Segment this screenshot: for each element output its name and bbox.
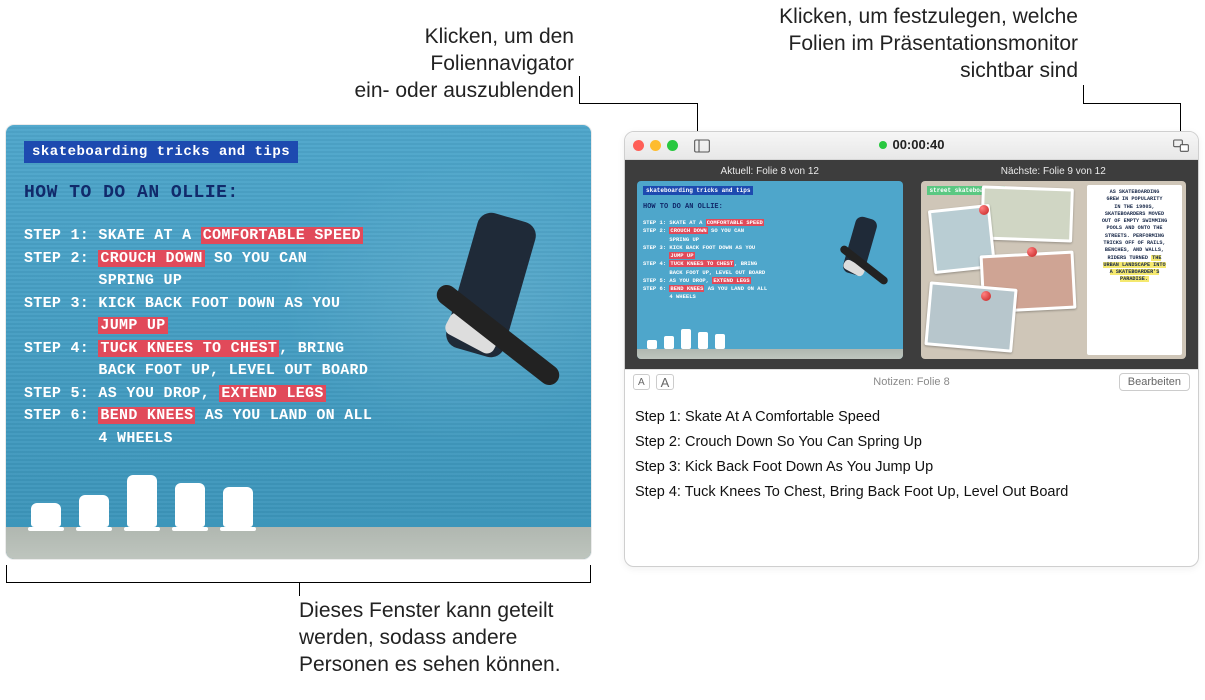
current-slide-thumb[interactable]: skateboarding tricks and tips HOW TO DO …: [637, 181, 903, 359]
mini-steps: STEP 1: SKATE AT A COMFORTABLE SPEEDSTEP…: [643, 219, 831, 302]
presenter-stage: Aktuell: Folie 8 von 12 skateboarding tr…: [625, 160, 1198, 369]
font-smaller-button[interactable]: A: [633, 374, 650, 390]
leader-line: [1180, 103, 1181, 133]
toggle-navigator-button[interactable]: [691, 137, 713, 155]
next-slide-text-card: AS SKATEBOARDINGGREW IN POPULARITYIN THE…: [1087, 185, 1182, 355]
mini-heading: HOW TO DO AN OLLIE:: [643, 203, 723, 211]
slide-heading: HOW TO DO AN OLLIE:: [24, 183, 239, 203]
callout-visible-slides: Klicken, um festzulegen, welcheFolien im…: [752, 4, 1078, 85]
sidebar-icon: [694, 139, 710, 153]
note-line: Step 2: Crouch Down So You Can Spring Up: [635, 434, 1188, 450]
timer-value: 00:00:40: [892, 137, 944, 152]
minimize-icon[interactable]: [650, 140, 661, 151]
presenter-toolbar: 00:00:40: [625, 132, 1198, 160]
next-slide-label: Nächste: Folie 9 von 12: [921, 166, 1187, 177]
current-slide-label: Aktuell: Folie 8 von 12: [637, 166, 903, 177]
recording-indicator-icon: [878, 141, 886, 149]
leader-line: [579, 103, 698, 104]
share-window-bracket: [6, 565, 591, 583]
note-line: Step 4: Tuck Knees To Chest, Bring Back …: [635, 484, 1188, 500]
slide-steps: STEP 1: SKATE AT A COMFORTABLE SPEEDSTEP…: [24, 225, 404, 450]
presenter-display-window: 00:00:40 Aktuell: Folie 8 von 12 skatebo…: [624, 131, 1199, 567]
slide-title-pill: skateboarding tricks and tips: [24, 141, 298, 163]
presentation-window: skateboarding tricks and tips HOW TO DO …: [6, 125, 591, 559]
zoom-icon[interactable]: [667, 140, 678, 151]
leader-line: [697, 103, 698, 133]
presenter-notes: A A Notizen: Folie 8 Bearbeiten Step 1: …: [625, 369, 1198, 519]
note-line: Step 1: Skate At A Comfortable Speed: [635, 409, 1188, 425]
leader-line: [579, 76, 580, 104]
font-larger-button[interactable]: A: [656, 374, 675, 390]
next-slide-thumb[interactable]: street skateboarding AS SKATEBOARDINGGRE…: [921, 181, 1187, 359]
layout-icon: [1173, 139, 1189, 153]
skater-silhouettes: [31, 475, 253, 527]
leader-line: [1083, 103, 1181, 104]
window-controls[interactable]: [633, 140, 678, 151]
notes-caption: Notizen: Folie 8: [873, 376, 949, 388]
callout-share-window: Dieses Fenster kann geteiltwerden, sodas…: [299, 598, 619, 679]
callout-navigator: Klicken, um den Foliennavigatorein- oder…: [278, 24, 574, 105]
note-line: Step 3: Kick Back Foot Down As You Jump …: [635, 459, 1188, 475]
leader-line: [1083, 85, 1084, 103]
close-icon[interactable]: [633, 140, 644, 151]
presenter-timer[interactable]: 00:00:40: [878, 137, 944, 152]
edit-notes-button[interactable]: Bearbeiten: [1119, 373, 1190, 391]
configure-layout-button[interactable]: [1170, 137, 1192, 155]
mini-title-pill: skateboarding tricks and tips: [643, 186, 753, 195]
notes-list: Step 1: Skate At A Comfortable Speed Ste…: [625, 394, 1198, 519]
